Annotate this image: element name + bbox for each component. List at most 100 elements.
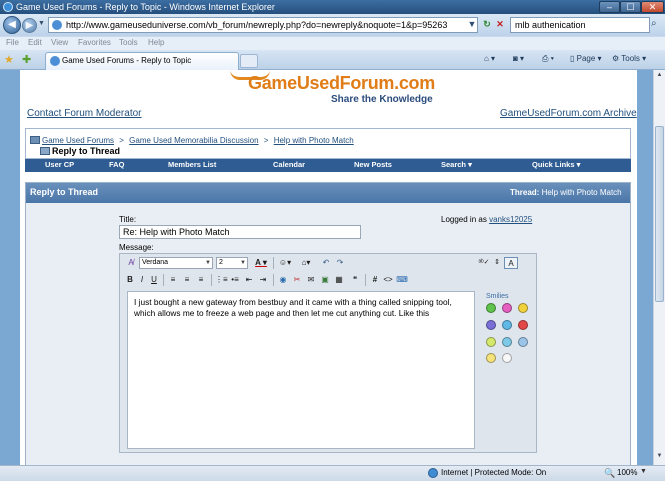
contact-moderator-link[interactable]: Contact Forum Moderator	[27, 108, 142, 119]
forum-home-icon[interactable]	[30, 136, 40, 144]
vertical-scrollbar[interactable]: ▲ ▼	[653, 70, 665, 465]
align-left-icon[interactable]: ≡	[167, 274, 179, 286]
undo-icon[interactable]: ↶	[321, 257, 331, 269]
smiley-icon[interactable]	[518, 320, 528, 330]
archive-link[interactable]: GameUsedForum.com Archive	[500, 108, 637, 119]
smiley-icon[interactable]	[486, 320, 496, 330]
tab-active[interactable]: Game Used Forums - Reply to Topic	[45, 52, 239, 70]
stop-icon[interactable]: ✕	[493, 17, 507, 31]
indent-icon[interactable]: ⇥	[257, 274, 269, 286]
search-input[interactable]: mlb authenication	[510, 17, 650, 33]
nav-new-posts[interactable]: New Posts	[354, 160, 392, 169]
thread-name-value[interactable]: Help with Photo Match	[542, 188, 622, 197]
favorites-star-icon[interactable]: ★	[4, 53, 14, 66]
address-bar[interactable]: http://www.gameuseduniverse.com/vb_forum…	[48, 17, 478, 33]
menu-help[interactable]: Help	[148, 38, 164, 47]
insert-video-icon[interactable]: ▦	[333, 274, 345, 286]
nav-quick-links[interactable]: Quick Links ▾	[532, 160, 580, 169]
zoom-level[interactable]: 100%	[617, 468, 637, 477]
search-icon[interactable]: ⌕	[651, 18, 657, 29]
tools-menu[interactable]: ⚙ Tools ▾	[612, 54, 646, 63]
nav-calendar[interactable]: Calendar	[273, 160, 305, 169]
smiley-icon[interactable]	[486, 337, 496, 347]
add-favorites-icon[interactable]: ✚	[22, 53, 31, 66]
font-select[interactable]: Verdana ▼	[139, 257, 213, 269]
message-textarea[interactable]: I just bought a new gateway from bestbuy…	[127, 291, 475, 449]
title-field[interactable]: Re: Help with Photo Match	[119, 225, 361, 239]
scroll-thumb[interactable]	[655, 126, 664, 302]
breadcrumb-item[interactable]: Game Used Memorabilia Discussion	[129, 136, 258, 145]
wysiwyg-toggle-icon[interactable]: A	[504, 257, 518, 269]
underline-icon[interactable]: U	[149, 274, 159, 286]
italic-icon[interactable]: I	[137, 274, 147, 286]
nav-faq[interactable]: FAQ	[109, 160, 124, 169]
maximize-button[interactable]: ☐	[620, 1, 641, 13]
unordered-list-icon[interactable]: •≡	[229, 274, 241, 286]
username-link[interactable]: vanks12025	[489, 215, 532, 224]
menu-file[interactable]: File	[6, 38, 19, 47]
insert-link-icon[interactable]: ◉	[277, 274, 289, 286]
minimize-button[interactable]: –	[599, 1, 620, 13]
attach-icon[interactable]: ⌂▾	[298, 257, 314, 269]
recent-pages-dropdown-icon[interactable]: ▼	[38, 20, 45, 27]
php-icon[interactable]: ⌨	[396, 274, 408, 286]
zoom-dropdown-icon[interactable]: ▼	[640, 468, 647, 475]
html-icon[interactable]: <>	[382, 274, 394, 286]
back-button[interactable]: ◀	[3, 16, 21, 34]
home-icon[interactable]: ⌂ ▾	[484, 54, 495, 63]
close-button[interactable]: ✕	[641, 1, 664, 13]
scroll-down-icon[interactable]: ▼	[655, 453, 664, 462]
insert-email-icon[interactable]: ✉	[305, 274, 317, 286]
ordered-list-icon[interactable]: ⋮≡	[215, 274, 228, 286]
zoom-icon[interactable]: 🔍	[604, 468, 615, 479]
address-dropdown-icon[interactable]: ▼	[465, 17, 479, 31]
new-tab-button[interactable]	[240, 54, 258, 68]
forward-button[interactable]: ▶	[22, 18, 37, 33]
menu-edit[interactable]: Edit	[28, 38, 42, 47]
security-zone[interactable]: Internet | Protected Mode: On	[441, 468, 546, 477]
menu-view[interactable]: View	[51, 38, 68, 47]
site-logo[interactable]: GameUsedForum.com	[248, 73, 435, 94]
nav-user-cp[interactable]: User CP	[45, 160, 74, 169]
scroll-up-icon[interactable]: ▲	[655, 72, 664, 81]
smiley-icon[interactable]	[502, 303, 512, 313]
remove-format-icon[interactable]: A̸	[125, 257, 137, 269]
page-menu[interactable]: ▯ Page ▾	[570, 54, 602, 63]
refresh-icon[interactable]: ↻	[480, 17, 494, 31]
nav-search[interactable]: Search ▾	[441, 160, 472, 169]
smiley-icon[interactable]	[486, 303, 496, 313]
resize-toggle-icon[interactable]: ⇕	[493, 257, 501, 269]
smiley-icon[interactable]	[518, 337, 528, 347]
breadcrumb-item[interactable]: Game Used Forums	[42, 136, 114, 145]
smiley-icon[interactable]	[502, 337, 512, 347]
print-icon[interactable]: ⎙ ▾	[542, 54, 554, 64]
smiley-icon[interactable]	[502, 320, 512, 330]
address-url[interactable]: http://www.gameuseduniverse.com/vb_forum…	[66, 19, 447, 32]
menu-tools[interactable]: Tools	[119, 38, 138, 47]
smiley-icon[interactable]	[502, 353, 512, 363]
spellcheck-icon[interactable]: ᵃᵇ✓	[478, 257, 490, 269]
breadcrumb-item[interactable]: Help with Photo Match	[274, 136, 354, 145]
message-text[interactable]: I just bought a new gateway from bestbuy…	[134, 297, 470, 319]
redo-icon[interactable]: ↷	[335, 257, 345, 269]
outdent-icon[interactable]: ⇤	[243, 274, 255, 286]
smiley-menu-icon[interactable]: ☺▾	[277, 257, 293, 269]
smilies-title[interactable]: Smilies	[486, 293, 509, 300]
site-tagline: Share the Knowledge	[331, 94, 433, 105]
internet-zone-icon	[428, 468, 438, 478]
text-color-icon[interactable]: A ▾	[253, 257, 269, 269]
feeds-icon[interactable]: ◙ ▾	[513, 54, 524, 63]
search-input-value[interactable]: mlb authenication	[515, 19, 586, 32]
align-center-icon[interactable]: ≡	[181, 274, 193, 286]
align-right-icon[interactable]: ≡	[195, 274, 207, 286]
remove-link-icon[interactable]: ✂	[291, 274, 303, 286]
insert-image-icon[interactable]: ▣	[319, 274, 331, 286]
nav-members-list[interactable]: Members List	[168, 160, 216, 169]
menu-favorites[interactable]: Favorites	[78, 38, 111, 47]
bold-icon[interactable]: B	[125, 274, 135, 286]
code-icon[interactable]: #	[369, 274, 381, 286]
size-select[interactable]: 2 ▼	[216, 257, 248, 269]
smiley-icon[interactable]	[518, 303, 528, 313]
quote-icon[interactable]: ❝	[349, 274, 361, 286]
smiley-icon[interactable]	[486, 353, 496, 363]
